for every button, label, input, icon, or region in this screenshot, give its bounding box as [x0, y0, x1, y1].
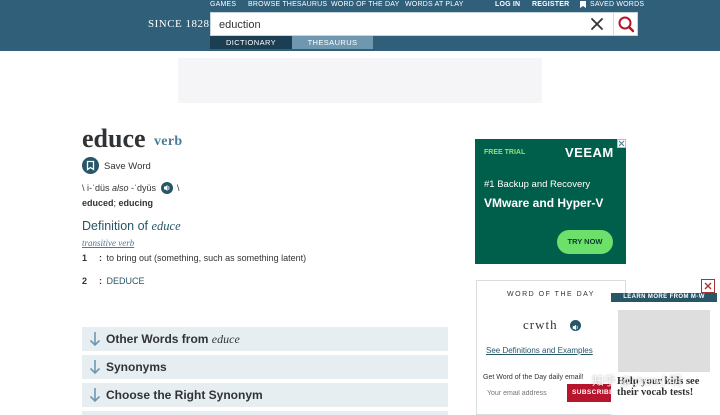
wotd-email-cta: Get Word of the Day daily email!	[483, 374, 584, 381]
watermark: 知乎 @chen小明	[592, 374, 682, 388]
login-link[interactable]: LOG IN	[495, 0, 520, 9]
transitive-verb-label[interactable]: transitive verb	[82, 238, 134, 248]
wotd-definitions-link[interactable]: See Definitions and Examples	[486, 346, 593, 355]
pron-text: \ i-ˈdüs	[82, 183, 113, 193]
section-other-words[interactable]: Other Words from educe	[82, 327, 448, 351]
wotd-title: WORD OF THE DAY	[507, 291, 595, 298]
sense-1: 1: to bring out (something, such as some…	[82, 253, 306, 263]
ad-line2: VMware and Hyper-V	[484, 196, 604, 210]
pron-text-alt: -ˈdyüs	[128, 183, 159, 193]
site-tagline: SINCE 1828	[148, 18, 210, 30]
search-input[interactable]	[219, 17, 569, 32]
wotd-speaker-icon[interactable]	[570, 320, 581, 331]
tab-dictionary[interactable]: DICTIONARY	[210, 36, 292, 49]
wotd-word[interactable]: crwth	[523, 317, 558, 333]
sense-2: 2: DEDUCE	[82, 276, 145, 286]
nav-games-link[interactable]: GAMES	[210, 0, 236, 9]
headword: educe	[82, 124, 146, 153]
promo-image[interactable]	[618, 310, 710, 372]
promo-header: LEARN MORE FROM M-W	[611, 293, 717, 302]
sense-number: 1	[82, 253, 88, 263]
ad-logo: VEEAM	[565, 145, 614, 160]
sense-colon: :	[99, 276, 102, 286]
pronunciation: \ i-ˈdüs also -ˈdyüs \	[82, 182, 180, 194]
section-choose-synonym[interactable]: Choose the Right Synonym	[82, 383, 448, 407]
arrow-down-icon	[89, 388, 101, 403]
ad-line1: #1 Backup and Recovery	[484, 179, 591, 190]
search-button[interactable]	[613, 13, 638, 35]
saved-words-link[interactable]: SAVED WORDS	[590, 0, 644, 9]
nav-words-at-play-link[interactable]: WORDS AT PLAY	[405, 0, 464, 9]
arrow-down-icon	[89, 332, 101, 347]
save-word-icon[interactable]	[82, 157, 99, 174]
section-label: Other Words from educe	[106, 332, 240, 347]
tab-thesaurus[interactable]: THESAURUS	[292, 36, 373, 49]
part-of-speech[interactable]: verb	[154, 134, 182, 150]
sense-colon: :	[99, 253, 102, 263]
inflection-participle: educing	[118, 198, 154, 208]
sidebar-ad[interactable]: FREE TRIAL VEEAM #1 Backup and Recovery …	[475, 139, 626, 264]
arrow-down-icon	[89, 360, 101, 375]
inflection-past: educed	[82, 198, 114, 208]
deduce-link[interactable]: DEDUCE	[107, 276, 145, 286]
search-icon	[618, 16, 635, 33]
definition-heading-text: Definition of	[82, 219, 152, 233]
search-bar	[210, 12, 638, 36]
wotd-email-input[interactable]	[481, 384, 567, 402]
definition-heading: Definition of educe	[82, 219, 181, 234]
save-word-button[interactable]: Save Word	[104, 161, 151, 172]
nav-word-of-the-day-link[interactable]: WORD OF THE DAY	[331, 0, 399, 9]
definition-heading-word: educe	[151, 219, 181, 233]
register-link[interactable]: REGISTER	[532, 0, 569, 9]
speaker-icon[interactable]	[160, 182, 173, 194]
bookmark-icon[interactable]	[580, 1, 586, 8]
section-next[interactable]	[82, 411, 448, 415]
top-nav: GAMES BROWSE THESAURUS WORD OF THE DAY W…	[0, 0, 720, 10]
pron-end: \	[174, 183, 180, 193]
clear-search-icon[interactable]	[589, 16, 605, 32]
sense-text: to bring out (something, such as somethi…	[106, 253, 307, 263]
nav-browse-thesaurus-link[interactable]: BROWSE THESAURUS	[248, 0, 327, 9]
ad-choices-icon[interactable]	[617, 139, 626, 148]
promo-panel[interactable]: LEARN MORE FROM M-W Help your kids see t…	[611, 293, 717, 415]
section-label: Choose the Right Synonym	[106, 388, 263, 402]
site-header: GAMES BROWSE THESAURUS WORD OF THE DAY W…	[0, 0, 720, 51]
section-label-word: educe	[211, 332, 240, 346]
section-synonyms[interactable]: Synonyms	[82, 355, 448, 379]
section-label-text: Other Words from	[106, 332, 212, 346]
ad-badge: FREE TRIAL	[484, 149, 526, 156]
promo-close-icon[interactable]	[701, 279, 715, 293]
section-label: Synonyms	[106, 360, 167, 374]
sense-number: 2	[82, 276, 88, 286]
inflections: educed; educing	[82, 198, 153, 208]
word-of-the-day-widget: WORD OF THE DAY crwth See Definitions an…	[476, 280, 626, 415]
top-ad-banner[interactable]	[178, 58, 542, 103]
ad-try-now-button[interactable]: TRY NOW	[557, 230, 613, 254]
pron-also: also	[112, 183, 129, 193]
